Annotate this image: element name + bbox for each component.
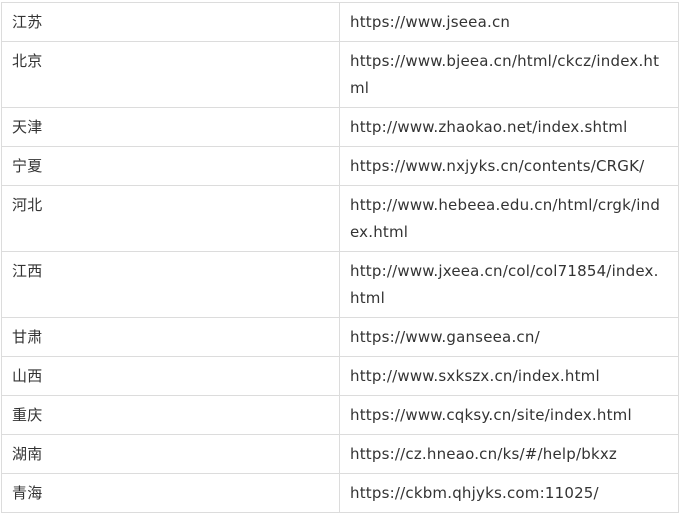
table-row: 北京 https://www.bjeea.cn/html/ckcz/index.… bbox=[1, 41, 679, 108]
table-row: 宁夏 https://www.nxjyks.cn/contents/CRGK/ bbox=[1, 146, 679, 186]
url-cell[interactable]: http://www.hebeea.edu.cn/html/crgk/index… bbox=[339, 185, 679, 252]
url-link[interactable]: https://www.jseea.cn bbox=[350, 9, 666, 36]
url-cell[interactable]: http://www.jxeea.cn/col/col71854/index.h… bbox=[339, 251, 679, 318]
url-link[interactable]: https://www.bjeea.cn/html/ckcz/index.htm… bbox=[350, 48, 666, 102]
table-row: 甘肃 https://www.ganseea.cn/ bbox=[1, 317, 679, 357]
url-cell[interactable]: https://www.ganseea.cn/ bbox=[339, 317, 679, 357]
url-link[interactable]: https://www.cqksy.cn/site/index.html bbox=[350, 402, 666, 429]
table-row: 山西 http://www.sxkszx.cn/index.html bbox=[1, 356, 679, 396]
url-link[interactable]: https://ckbm.qhjyks.com:11025/ bbox=[350, 480, 666, 507]
region-cell: 甘肃 bbox=[1, 317, 340, 357]
url-link[interactable]: http://www.hebeea.edu.cn/html/crgk/index… bbox=[350, 192, 666, 246]
region-cell: 江西 bbox=[1, 251, 340, 318]
url-cell[interactable]: https://cz.hneao.cn/ks/#/help/bkxz bbox=[339, 434, 679, 474]
table-row: 重庆 https://www.cqksy.cn/site/index.html bbox=[1, 395, 679, 435]
region-cell: 湖南 bbox=[1, 434, 340, 474]
region-cell: 重庆 bbox=[1, 395, 340, 435]
url-cell[interactable]: https://www.bjeea.cn/html/ckcz/index.htm… bbox=[339, 41, 679, 108]
region-cell: 北京 bbox=[1, 41, 340, 108]
region-cell: 江苏 bbox=[1, 2, 340, 42]
url-cell[interactable]: http://www.zhaokao.net/index.shtml bbox=[339, 107, 679, 147]
region-cell: 河北 bbox=[1, 185, 340, 252]
exam-site-table: 江苏 https://www.jseea.cn 北京 https://www.b… bbox=[1, 2, 679, 513]
url-link[interactable]: https://cz.hneao.cn/ks/#/help/bkxz bbox=[350, 441, 666, 468]
table-row: 江苏 https://www.jseea.cn bbox=[1, 2, 679, 42]
url-link[interactable]: https://www.ganseea.cn/ bbox=[350, 324, 666, 351]
table-row: 天津 http://www.zhaokao.net/index.shtml bbox=[1, 107, 679, 147]
url-cell[interactable]: https://www.nxjyks.cn/contents/CRGK/ bbox=[339, 146, 679, 186]
url-link[interactable]: http://www.jxeea.cn/col/col71854/index.h… bbox=[350, 258, 666, 312]
url-link[interactable]: https://www.nxjyks.cn/contents/CRGK/ bbox=[350, 153, 666, 180]
table-row: 湖南 https://cz.hneao.cn/ks/#/help/bkxz bbox=[1, 434, 679, 474]
url-link[interactable]: http://www.sxkszx.cn/index.html bbox=[350, 363, 666, 390]
region-cell: 宁夏 bbox=[1, 146, 340, 186]
region-cell: 天津 bbox=[1, 107, 340, 147]
url-cell[interactable]: https://www.jseea.cn bbox=[339, 2, 679, 42]
table-row: 江西 http://www.jxeea.cn/col/col71854/inde… bbox=[1, 251, 679, 318]
url-link[interactable]: http://www.zhaokao.net/index.shtml bbox=[350, 114, 666, 141]
region-cell: 山西 bbox=[1, 356, 340, 396]
table-row: 河北 http://www.hebeea.edu.cn/html/crgk/in… bbox=[1, 185, 679, 252]
url-cell[interactable]: http://www.sxkszx.cn/index.html bbox=[339, 356, 679, 396]
url-cell[interactable]: https://www.cqksy.cn/site/index.html bbox=[339, 395, 679, 435]
